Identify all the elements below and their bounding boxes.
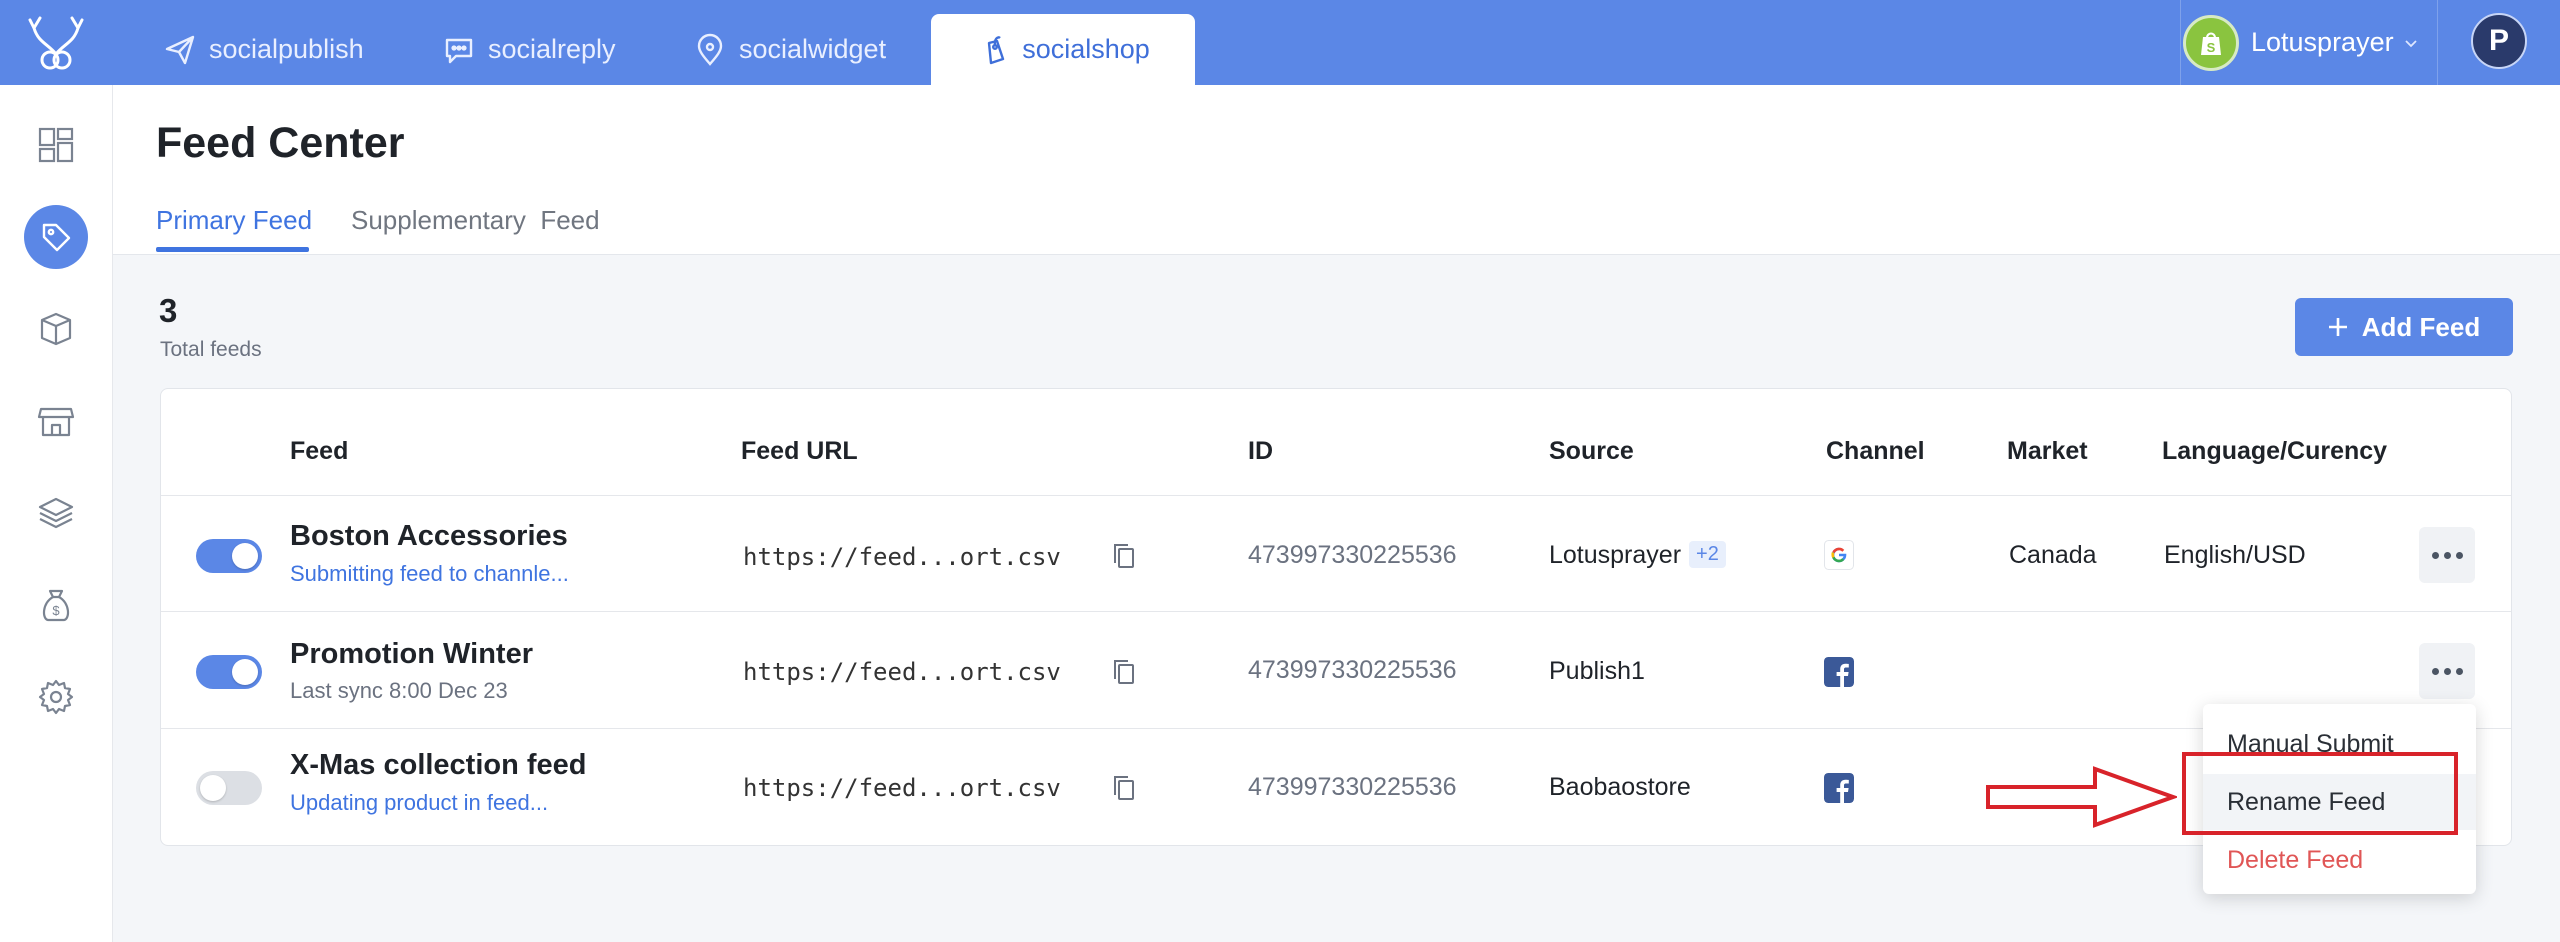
feed-source: Publish1 xyxy=(1549,657,1645,685)
feed-source: Lotusprayer +2 xyxy=(1549,541,1726,570)
plus-icon xyxy=(2328,318,2347,336)
feed-enable-toggle[interactable] xyxy=(196,771,262,805)
app-tab-socialshop[interactable]: socialshop xyxy=(931,14,1195,85)
toggle-knob xyxy=(200,775,226,801)
feed-url: https://feed...ort.csv xyxy=(743,774,1061,802)
dot xyxy=(2455,667,2463,675)
layers-icon xyxy=(38,497,74,529)
svg-text:S: S xyxy=(2207,40,2216,55)
feed-id: 473997330225536 xyxy=(1248,656,1457,684)
row-more-button[interactable] xyxy=(2419,527,2475,583)
sidebar-item-layers[interactable] xyxy=(24,481,88,545)
row-divider xyxy=(161,611,2511,612)
storefront-icon xyxy=(37,407,75,437)
shopping-tag-icon xyxy=(988,35,1005,64)
feed-id: 473997330225536 xyxy=(1248,773,1457,801)
row-divider xyxy=(161,495,2511,496)
chat-bubble-icon xyxy=(445,38,473,63)
top-navigation-bar: socialpublish socialreply socialwidget s… xyxy=(0,0,2560,85)
column-header-market: Market xyxy=(2007,437,2088,465)
dot xyxy=(2443,667,2451,675)
row-more-button[interactable] xyxy=(2419,643,2475,699)
feed-id: 473997330225536 xyxy=(1248,541,1457,569)
dot xyxy=(2431,551,2439,559)
tag-icon xyxy=(42,223,71,252)
tab-primary-feed[interactable]: Primary Feed xyxy=(156,205,312,236)
app-tab-socialpublish[interactable]: socialpublish xyxy=(163,14,364,85)
tab-supplementary-feed[interactable]: Supplementary Feed xyxy=(351,205,600,236)
facebook-icon xyxy=(1824,773,1854,803)
facebook-icon xyxy=(1824,657,1854,687)
source-name: Lotusprayer xyxy=(1549,541,1682,569)
menu-item-delete-feed[interactable]: Delete Feed xyxy=(2203,832,2476,888)
feed-status: Submitting feed to channle... xyxy=(290,561,569,586)
dot xyxy=(2431,667,2439,675)
sidebar-item-stores[interactable] xyxy=(24,389,88,453)
annotation-highlight-box xyxy=(2182,752,2458,835)
feed-enable-toggle[interactable] xyxy=(196,655,262,689)
user-avatar[interactable]: P xyxy=(2471,13,2527,69)
account-switcher[interactable]: S Lotusprayer xyxy=(2180,0,2438,85)
column-header-feed: Feed xyxy=(290,437,349,465)
add-feed-button[interactable]: Add Feed xyxy=(2295,298,2513,356)
column-header-source: Source xyxy=(1549,437,1634,465)
google-icon xyxy=(1824,540,1854,570)
svg-text:$: $ xyxy=(52,603,60,618)
money-bag-icon: $ xyxy=(42,589,70,622)
app-tab-label: socialshop xyxy=(1022,34,1150,64)
chevron-down-icon xyxy=(2404,39,2417,47)
antler-logo-icon[interactable] xyxy=(26,14,86,72)
row-divider xyxy=(161,728,2511,729)
sidebar-item-dashboard[interactable] xyxy=(24,113,88,177)
paper-plane-icon xyxy=(165,35,195,64)
feed-name[interactable]: X-Mas collection feed xyxy=(290,749,587,782)
feed-status: Last sync 8:00 Dec 23 xyxy=(290,678,508,703)
sidebar-item-shop-tags[interactable] xyxy=(24,205,88,269)
add-feed-label: Add Feed xyxy=(2361,311,2481,342)
app-tab-socialreply[interactable]: socialreply xyxy=(442,14,616,85)
sidebar-item-settings[interactable] xyxy=(24,665,88,729)
toggle-knob xyxy=(232,543,258,569)
column-header-channel: Channel xyxy=(1826,437,1925,465)
total-feeds-label: Total feeds xyxy=(160,338,262,361)
app-tab-socialwidget[interactable]: socialwidget xyxy=(693,14,886,85)
dot xyxy=(2443,551,2451,559)
toggle-knob xyxy=(232,659,258,685)
feed-enable-toggle[interactable] xyxy=(196,539,262,573)
total-feeds-count: 3 xyxy=(159,292,178,329)
account-name: Lotusprayer xyxy=(2251,27,2394,57)
feed-url: https://feed...ort.csv xyxy=(743,543,1061,571)
feed-url: https://feed...ort.csv xyxy=(743,658,1061,686)
copy-icon[interactable] xyxy=(1111,541,1137,571)
dashboard-icon xyxy=(38,127,74,163)
app-tab-label: socialwidget xyxy=(739,34,887,64)
page-header: Feed Center Primary Feed Supplementary F… xyxy=(113,85,2560,255)
feed-status: Updating product in feed... xyxy=(290,790,549,815)
app-tab-label: socialpublish xyxy=(209,34,364,64)
source-extra-badge[interactable]: +2 xyxy=(1689,541,1726,568)
sidebar: $ xyxy=(0,85,113,942)
feed-name[interactable]: Promotion Winter xyxy=(290,638,533,671)
app-tab-label: socialreply xyxy=(488,34,616,64)
dot xyxy=(2455,551,2463,559)
box-icon xyxy=(40,312,72,346)
sidebar-item-billing[interactable]: $ xyxy=(24,573,88,637)
gear-icon xyxy=(38,679,74,715)
feed-source: Baobaostore xyxy=(1549,773,1691,801)
column-header-feed-url: Feed URL xyxy=(741,437,858,465)
copy-icon[interactable] xyxy=(1111,657,1137,687)
annotation-arrow-icon xyxy=(1986,766,2177,828)
feed-language-currency: English/USD xyxy=(2164,541,2306,569)
column-header-language-currency: Language/Curency xyxy=(2162,437,2388,465)
shopify-bag-icon: S xyxy=(2183,14,2239,71)
column-header-id: ID xyxy=(1248,437,1273,465)
map-pin-icon xyxy=(697,33,723,66)
copy-icon[interactable] xyxy=(1111,773,1137,803)
page-title: Feed Center xyxy=(156,119,405,167)
sidebar-item-products[interactable] xyxy=(24,297,88,361)
feed-market: Canada xyxy=(2009,541,2097,569)
active-tab-indicator xyxy=(156,247,309,252)
feed-name[interactable]: Boston Accessories xyxy=(290,520,568,553)
